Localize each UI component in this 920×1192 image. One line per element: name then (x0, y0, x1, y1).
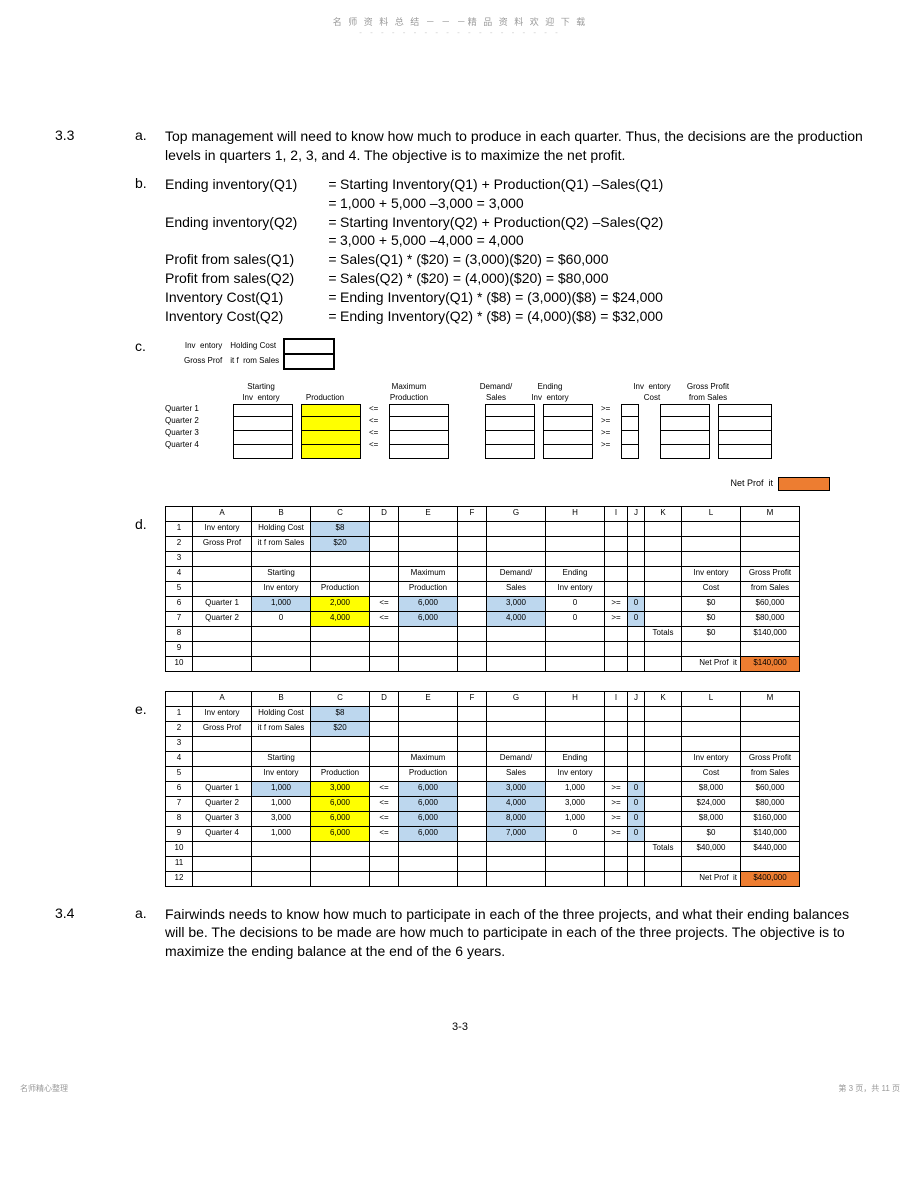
c-demand (485, 404, 535, 459)
sub-b: b. (135, 175, 165, 326)
c-starting-inv (233, 404, 293, 459)
text-3-3-a: Top management will need to know how muc… (165, 127, 870, 165)
f-r1r: Starting Inventory(Q1) + Production(Q1) … (340, 175, 870, 194)
c-q2: Quarter 2 (165, 416, 225, 428)
problem-number: 3.3 (50, 127, 135, 165)
c-q4: Quarter 4 (165, 440, 225, 452)
problem-3-3-c: c. Inv entoryHolding Cost Gross Profit f… (50, 338, 870, 491)
c-gprofit (718, 404, 772, 459)
sub-a: a. (135, 127, 165, 165)
problem-3-3-b: b. Ending inventory(Q1)=Starting Invento… (50, 175, 870, 326)
table-d: ABCDEFGHIJKLM 1Inv entoryHolding Cost$8 … (165, 506, 800, 672)
f-r4l: Profit from sales(Q2) (165, 269, 325, 288)
f-r4r: Sales(Q2) * ($20) = (4,000)($20) = $80,0… (340, 269, 870, 288)
c-invcost (660, 404, 710, 459)
problem-3-4-a: 3.4 a. Fairwinds needs to know how much … (50, 905, 870, 962)
top-header-dashes: - - - - - - - - - - - - - - - - - - - (0, 28, 920, 37)
text-3-4-a: Fairwinds needs to know how much to part… (165, 905, 870, 962)
problem-3-3-e: e. ABCDEFGHIJKLM 1Inv entoryHolding Cost… (50, 686, 870, 887)
f-r2r: Starting Inventory(Q2) + Production(Q2) … (340, 213, 870, 232)
sub-a-34: a. (135, 905, 165, 962)
c-min (621, 404, 639, 459)
f-r3r: Sales(Q1) * ($20) = (3,000)($20) = $60,0… (340, 250, 870, 269)
c-params: Inv entoryHolding Cost Gross Profit f ro… (180, 338, 335, 370)
problem-3-3-d: d. ABCDEFGHIJKLM 1Inv entoryHolding Cost… (50, 501, 870, 672)
c-q3: Quarter 3 (165, 428, 225, 440)
f-r5l: Inventory Cost(Q1) (165, 288, 325, 307)
f-r1b: 1,000 + 5,000 –3,000 = 3,000 (340, 194, 870, 213)
page-number: 3-3 (50, 1021, 870, 1033)
c-net-profit: Net Prof it (165, 477, 830, 491)
problem-number-34: 3.4 (50, 905, 135, 962)
f-r2b: 3,000 + 5,000 –4,000 = 4,000 (340, 231, 870, 250)
table-e: ABCDEFGHIJKLM 1Inv entoryHolding Cost$8 … (165, 691, 800, 887)
c-max-prod (389, 404, 449, 459)
top-header: 名 师 资 料 总 结 － － －精 品 资 料 欢 迎 下 载 (0, 0, 920, 28)
f-r3l: Profit from sales(Q1) (165, 250, 325, 269)
sub-d: d. (135, 516, 165, 669)
footer-right: 第 3 页，共 11 页 (838, 1083, 900, 1094)
f-r5r: Ending Inventory(Q1) * ($8) = (3,000)($8… (340, 288, 870, 307)
f-r6r: Ending Inventory(Q2) * ($8) = (4,000)($8… (340, 307, 870, 326)
problem-3-3-a: 3.3 a. Top management will need to know … (50, 127, 870, 165)
f-r6l: Inventory Cost(Q2) (165, 307, 325, 326)
sub-c: c. (135, 338, 165, 491)
c-q1: Quarter 1 (165, 404, 225, 416)
f-r1l: Ending inventory(Q1) (165, 175, 325, 194)
c-ending-inv (543, 404, 593, 459)
c-production (301, 404, 361, 459)
footer-left: 名师精心整理 (20, 1083, 68, 1094)
sub-e: e. (135, 701, 165, 884)
f-r2l: Ending inventory(Q2) (165, 213, 325, 232)
